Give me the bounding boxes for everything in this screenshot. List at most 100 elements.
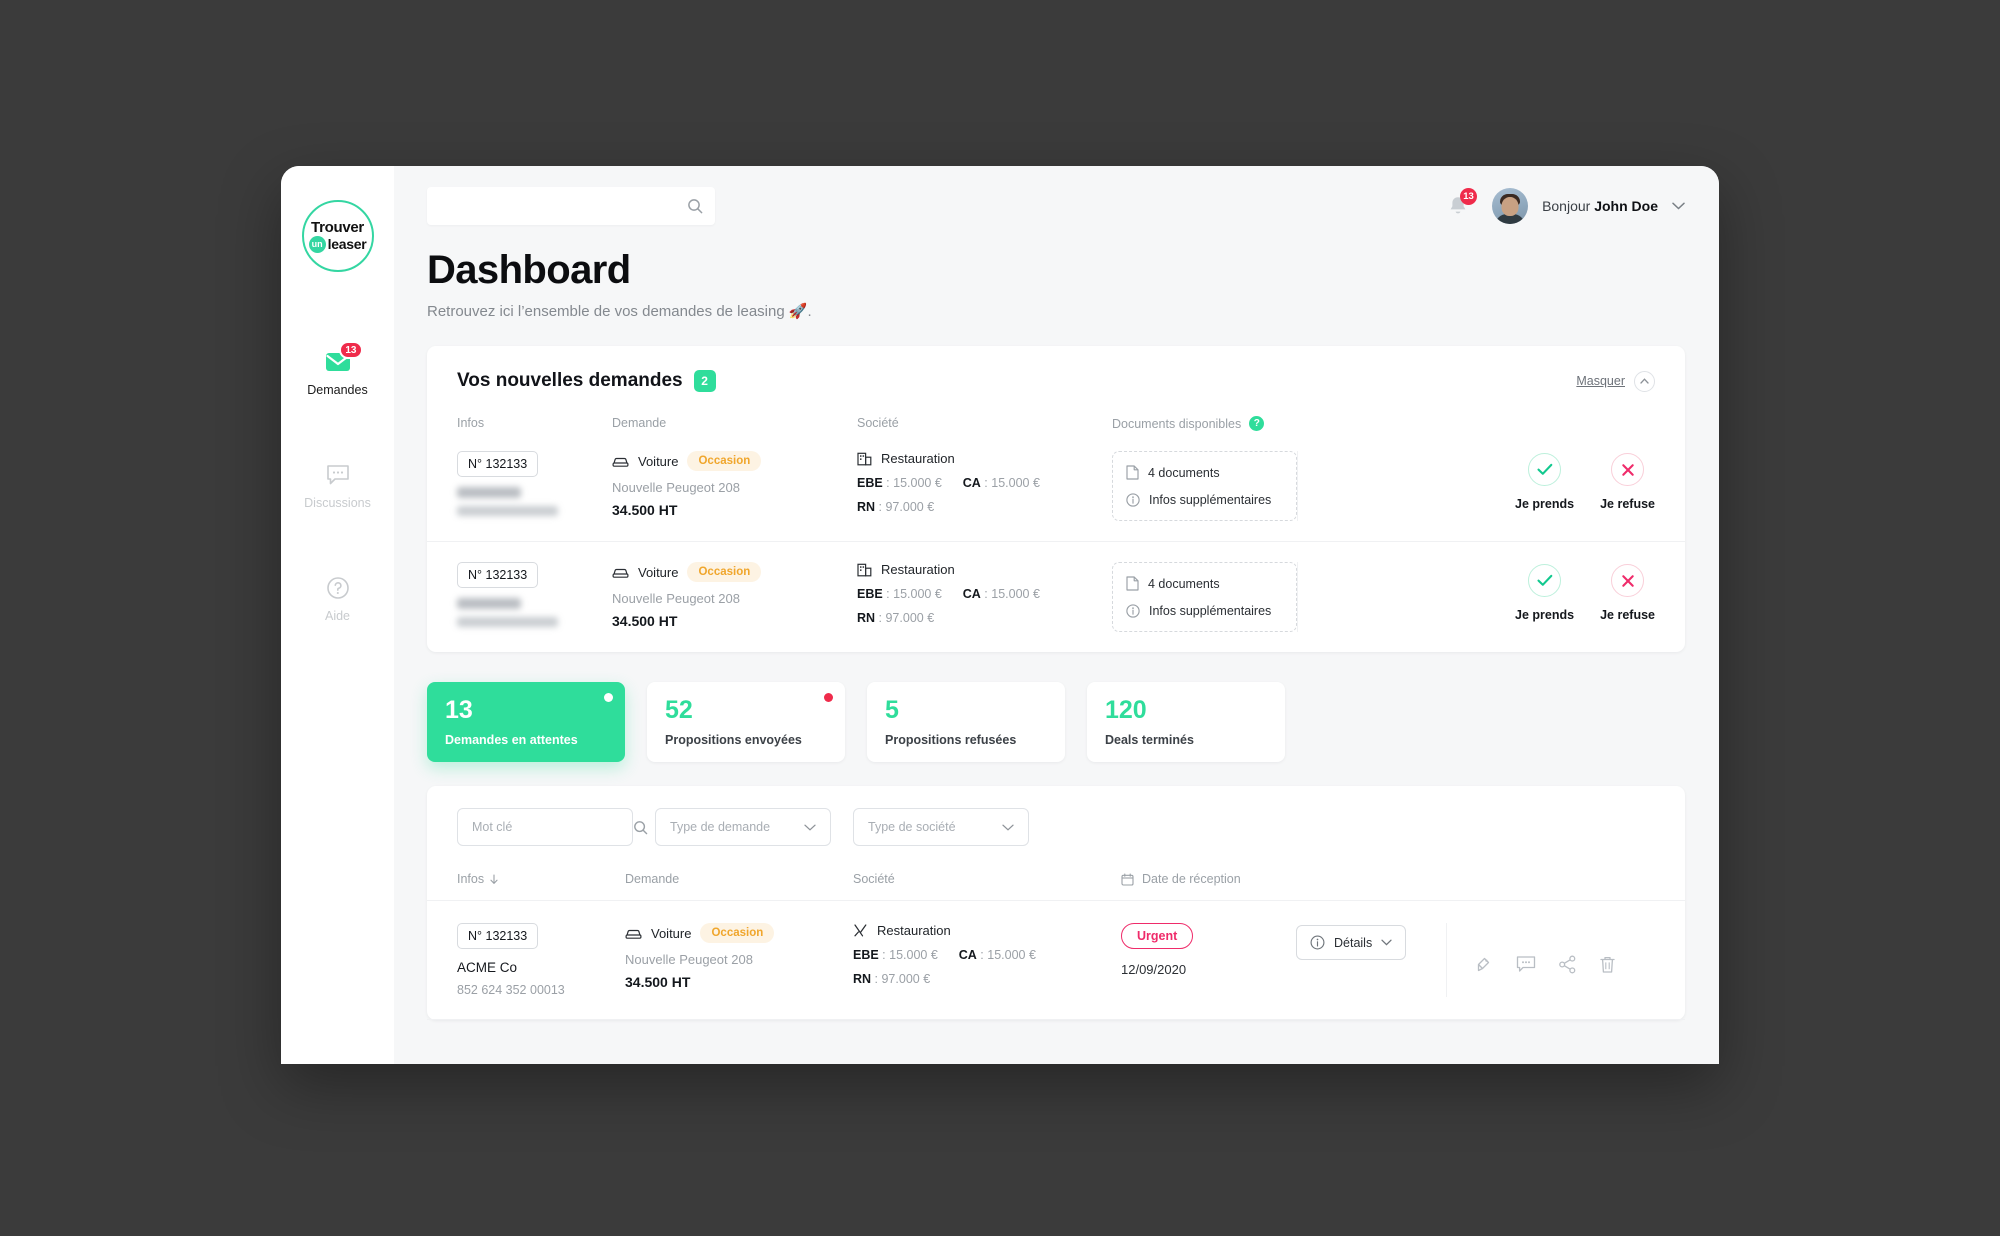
new-demands-card: Vos nouvelles demandes 2 Masquer Infos D…	[427, 346, 1685, 652]
sign-pen-icon[interactable]	[1475, 955, 1494, 974]
chat-icon	[326, 464, 350, 486]
rn-value: 97.000 €	[885, 500, 935, 514]
ebe-label: EBE	[857, 587, 883, 601]
status-dot	[824, 693, 833, 702]
stat-card-propositions-envoyees[interactable]: 52 Propositions envoyées	[647, 682, 845, 762]
keyword-input[interactable]	[472, 820, 633, 834]
sidebar-item-label: Demandes	[307, 383, 368, 397]
notifications-button[interactable]: 13	[1438, 186, 1478, 226]
new-demands-header: Vos nouvelles demandes 2 Masquer	[427, 346, 1685, 392]
accept-demand-label: Je prends	[1515, 497, 1575, 511]
company-sector: Restauration	[881, 451, 955, 466]
stat-card-demandes-en-attentes[interactable]: 13 Demandes en attentes	[427, 682, 625, 762]
column-header-infos[interactable]: Infos	[457, 872, 625, 886]
stat-value: 52	[665, 696, 693, 724]
new-demand-row[interactable]: N° 132133 Voiture Occasion Nouvelle Peug…	[427, 542, 1685, 652]
help-circle-icon	[326, 576, 350, 600]
refuse-demand-label: Je refuse	[1600, 608, 1655, 622]
new-demand-row[interactable]: N° 132133 Voiture Occasion Nouvelle Peug…	[427, 431, 1685, 542]
car-icon	[612, 566, 629, 579]
stat-label: Demandes en attentes	[445, 733, 578, 747]
check-icon	[1537, 463, 1553, 476]
details-button[interactable]: Détails	[1296, 925, 1407, 960]
sidebar: Trouver un leaser 13 Demandes Discussion…	[281, 166, 394, 1064]
demand-details: Voiture Occasion Nouvelle Peugeot 208 34…	[612, 451, 857, 518]
app-logo[interactable]: Trouver un leaser	[281, 200, 394, 272]
demand-documents: 4 documents Infos supplémentaires	[1112, 562, 1297, 632]
type-demande-filter[interactable]: Type de demande	[655, 808, 831, 846]
share-icon[interactable]	[1558, 955, 1577, 974]
refuse-demand-button[interactable]: Je refuse	[1600, 453, 1655, 521]
row-number: N° 132133	[457, 923, 539, 949]
extra-infos-link[interactable]: Infos supplémentaires	[1126, 604, 1282, 618]
row-action-icons	[1446, 923, 1655, 997]
stat-label: Propositions refusées	[885, 733, 1017, 747]
documents-link[interactable]: 4 documents	[1126, 465, 1282, 480]
demand-infos: N° 132133	[457, 562, 612, 627]
user-greeting[interactable]: Bonjour John Doe	[1542, 198, 1658, 214]
chevron-up-icon[interactable]	[1634, 370, 1655, 392]
company-sector: Restauration	[881, 562, 955, 577]
row-date-cell: Urgent 12/09/2020	[1121, 923, 1296, 977]
accept-demand-button[interactable]: Je prends	[1515, 453, 1574, 521]
masked-company-id	[457, 617, 558, 627]
column-header-date-label: Date de réception	[1142, 872, 1241, 886]
sidebar-item-demandes[interactable]: 13 Demandes	[281, 336, 394, 413]
sidebar-item-aide[interactable]: Aide	[281, 562, 394, 639]
app-window: Trouver un leaser 13 Demandes Discussion…	[281, 166, 1719, 1064]
column-header-infos: Infos	[457, 416, 485, 430]
sidebar-item-label: Discussions	[304, 496, 371, 510]
type-societe-value: Type de société	[868, 820, 956, 834]
demand-documents: 4 documents Infos supplémentaires	[1112, 451, 1297, 521]
stat-value: 120	[1105, 696, 1147, 724]
car-icon	[625, 927, 642, 940]
documents-link[interactable]: 4 documents	[1126, 576, 1282, 591]
ca-value: 15.000 €	[991, 587, 1040, 601]
column-header-societe: Société	[857, 416, 899, 430]
extra-infos-link[interactable]: Infos supplémentaires	[1126, 493, 1282, 507]
chevron-down-icon	[1002, 824, 1014, 831]
ca-value: 15.000 €	[987, 948, 1036, 962]
rn-label: RN	[857, 611, 876, 625]
stat-card-deals-termines[interactable]: 120 Deals terminés	[1087, 682, 1285, 762]
new-demands-column-headers: Infos Demande Société Documents disponib…	[427, 392, 1685, 431]
stat-value: 5	[885, 696, 899, 724]
extra-infos-label: Infos supplémentaires	[1149, 604, 1272, 618]
type-demande-value: Type de demande	[670, 820, 771, 834]
global-search[interactable]	[427, 187, 715, 225]
masked-company-name	[457, 598, 521, 609]
new-demands-title: Vos nouvelles demandes	[457, 370, 683, 391]
close-icon	[1621, 574, 1635, 588]
info-icon	[1310, 935, 1325, 950]
details-button-label: Détails	[1334, 935, 1373, 950]
table-row[interactable]: N° 132133 ACME Co 852 624 352 00013 Voit…	[427, 901, 1685, 1020]
page-subtitle: Retrouvez ici l’ensemble de vos demandes…	[427, 303, 812, 320]
sidebar-item-discussions[interactable]: Discussions	[281, 449, 394, 526]
keyword-filter[interactable]	[457, 808, 648, 846]
help-icon[interactable]: ?	[1249, 416, 1265, 431]
comment-icon[interactable]	[1516, 955, 1536, 973]
chevron-down-icon[interactable]	[1672, 202, 1685, 210]
demand-price: 34.500 HT	[612, 613, 678, 629]
type-societe-filter[interactable]: Type de société	[853, 808, 1029, 846]
ebe-label: EBE	[857, 476, 883, 490]
demand-number: N° 132133	[457, 451, 539, 477]
company-financials-line2: RN : 97.000 €	[857, 500, 935, 514]
demand-model: Nouvelle Peugeot 208	[612, 591, 740, 606]
car-icon	[612, 455, 629, 468]
search-input[interactable]	[441, 198, 687, 214]
accept-demand-button[interactable]: Je prends	[1515, 564, 1574, 632]
restaurant-icon	[853, 923, 868, 938]
building-icon	[857, 452, 872, 466]
status-dot	[604, 693, 613, 702]
avatar[interactable]	[1492, 188, 1529, 224]
refuse-demand-button[interactable]: Je refuse	[1600, 564, 1655, 632]
row-infos: N° 132133 ACME Co 852 624 352 00013	[457, 923, 625, 997]
demand-actions: Je prends Je refuse	[1297, 562, 1655, 632]
close-icon	[1621, 463, 1635, 477]
stat-card-propositions-refusees[interactable]: 5 Propositions refusées	[867, 682, 1065, 762]
column-header-demande: Demande	[625, 872, 680, 886]
demand-model: Nouvelle Peugeot 208	[612, 480, 740, 495]
hide-section-button[interactable]: Masquer	[1576, 370, 1655, 392]
trash-icon[interactable]	[1599, 955, 1616, 974]
